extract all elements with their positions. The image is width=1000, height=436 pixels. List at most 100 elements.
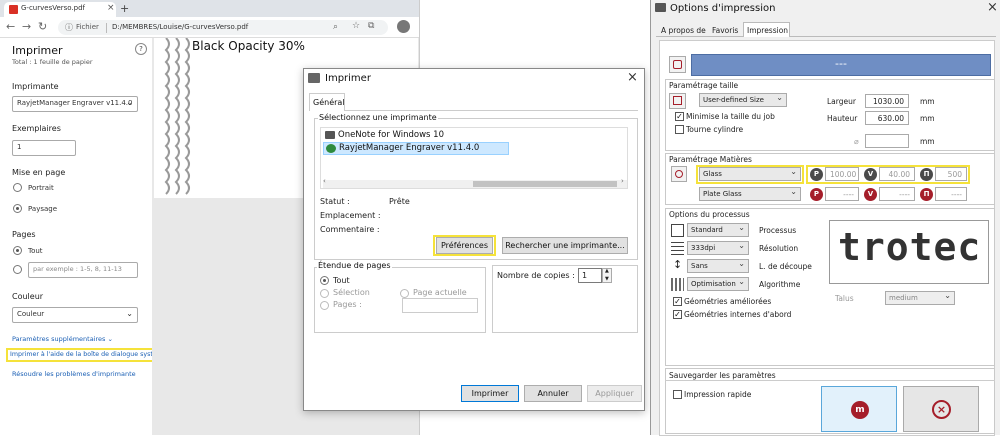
job-icon — [673, 60, 682, 69]
printer-icon — [325, 131, 335, 139]
chevron-down-icon: ⌄ — [126, 98, 133, 107]
copies-spinner[interactable]: ▲ ▼ — [602, 268, 612, 283]
scrollbar-thumb[interactable] — [473, 181, 617, 187]
range-pages-radio[interactable] — [320, 301, 329, 310]
reload-icon[interactable]: ↻ — [38, 20, 47, 33]
diameter-unit: mm — [920, 137, 935, 146]
material-dropdown-2[interactable]: Plate Glass — [699, 187, 801, 201]
send-to-job-button[interactable]: m — [821, 386, 897, 432]
minimize-checkbox[interactable]: ✓ — [675, 112, 684, 121]
rotate-checkbox[interactable] — [675, 125, 684, 134]
tab-favorites[interactable]: Favoris — [712, 26, 738, 35]
troubleshoot-link[interactable]: Résoudre les problèmes d'imprimante — [12, 370, 136, 378]
dialog-title: Imprimer — [325, 73, 371, 84]
system-dialog-link[interactable]: Imprimer à l'aide de la boîte de dialogu… — [10, 351, 176, 358]
ppi-badge: Π — [920, 188, 933, 201]
help-icon[interactable]: ? — [135, 43, 147, 55]
forward-icon[interactable]: → — [22, 20, 31, 33]
range-current-radio[interactable] — [400, 289, 409, 298]
collections-icon[interactable]: ⧉ — [368, 21, 374, 31]
more-settings-link[interactable]: Paramètres supplémentaires ⌄ — [12, 335, 113, 343]
cutline-dropdown[interactable]: Sans — [687, 259, 749, 273]
portrait-label: Portrait — [28, 184, 54, 192]
tab-general[interactable]: Général — [309, 93, 345, 111]
spin-up-icon[interactable]: ▲ — [605, 268, 609, 274]
cancel-button[interactable]: Annuler — [524, 385, 582, 402]
height-input[interactable]: 630.00 — [865, 111, 909, 125]
material-icon-button[interactable] — [671, 166, 687, 182]
range-selection-radio[interactable] — [320, 289, 329, 298]
info-icon[interactable]: ⓘ — [65, 22, 73, 33]
address-url[interactable]: D:/MEMBRES/Louise/G-curvesVerso.pdf — [112, 23, 248, 31]
tab-about[interactable]: A propos de — [661, 26, 706, 35]
favorite-icon[interactable]: ☆ — [352, 21, 360, 31]
close-icon[interactable]: × — [627, 70, 638, 85]
printer-list[interactable]: OneNote for Windows 10 RayjetManager Eng… — [320, 127, 628, 189]
back-icon[interactable]: ← — [6, 20, 15, 33]
tab-impression[interactable]: Impression — [743, 22, 790, 37]
copies-input[interactable]: 1 — [12, 140, 76, 156]
ppi-input-2[interactable]: ---- — [935, 187, 967, 201]
portrait-radio[interactable] — [13, 183, 22, 192]
process-preview: trotec — [829, 220, 989, 284]
preferences-button[interactable]: Préférences — [436, 237, 493, 254]
power-input-1[interactable]: 100.00 — [825, 167, 859, 181]
size-icon-button[interactable] — [669, 93, 686, 109]
trotec-preview-text: trotec — [838, 225, 982, 269]
tab-strip-line — [656, 36, 996, 37]
range-all-radio[interactable] — [320, 276, 329, 285]
talus-dropdown[interactable]: medium — [885, 291, 955, 305]
algorithm-dropdown[interactable]: Optimisation — [687, 277, 749, 291]
landscape-radio[interactable] — [13, 204, 22, 213]
minimize-label: Minimise la taille du job — [686, 112, 775, 121]
horizontal-scrollbar[interactable]: ‹ › — [323, 177, 627, 188]
pages-all-radio[interactable] — [13, 246, 22, 255]
status-label: Statut : — [320, 197, 350, 206]
find-printer-button[interactable]: Rechercher une imprimante... — [502, 237, 628, 254]
internal-geometry-checkbox[interactable]: ✓ — [673, 310, 682, 319]
diameter-input[interactable] — [865, 134, 909, 148]
improved-geometry-checkbox[interactable]: ✓ — [673, 297, 682, 306]
job-banner[interactable]: --- — [691, 54, 991, 76]
process-section-title: Options du processus — [669, 210, 750, 219]
material-icon — [675, 170, 683, 178]
material-section-title: Paramétrage Matières — [669, 155, 752, 164]
scroll-left-icon[interactable]: ‹ — [323, 177, 326, 185]
size-dropdown[interactable]: User-defined Size — [699, 93, 787, 107]
speed-input-2[interactable]: ---- — [879, 187, 915, 201]
avatar[interactable] — [397, 20, 410, 33]
color-select[interactable]: Couleur ⌄ — [12, 307, 138, 323]
material-dropdown-1[interactable]: Glass — [699, 167, 801, 181]
printer-item-onenote[interactable]: OneNote for Windows 10 — [338, 130, 444, 140]
resolution-dropdown[interactable]: 333dpi — [687, 241, 749, 255]
scroll-right-icon[interactable]: › — [621, 177, 624, 185]
copies-input[interactable]: 1 — [578, 268, 602, 283]
ppi-input-1[interactable]: 500 — [935, 167, 967, 181]
zoom-icon[interactable]: ⌕ — [333, 22, 338, 32]
process-dropdown[interactable]: Standard — [687, 223, 749, 237]
power-input-2[interactable]: ---- — [825, 187, 859, 201]
print-button[interactable]: Imprimer — [461, 385, 519, 402]
close-icon[interactable]: × — [987, 0, 998, 15]
range-pages-input[interactable] — [402, 298, 478, 313]
quick-print-checkbox[interactable] — [673, 390, 682, 399]
pages-custom-radio[interactable] — [13, 265, 22, 274]
printer-select[interactable]: RayjetManager Engraver v11.4.0 ⌄ — [12, 96, 138, 112]
copies-label: Nombre de copies : — [497, 271, 575, 280]
job-icon-button[interactable] — [669, 56, 686, 73]
tab-close-icon[interactable]: × — [107, 3, 115, 13]
new-tab-icon[interactable]: + — [120, 2, 129, 15]
browser-tab[interactable]: G-curvesVerso.pdf × — [4, 2, 116, 17]
pages-custom-input[interactable]: par exemple : 1-5, 8, 11-13 — [28, 262, 138, 278]
width-input[interactable]: 1030.00 — [865, 94, 909, 108]
cancel-x-icon: × — [932, 400, 951, 419]
process-icon — [671, 224, 684, 237]
cutline-label: L. de découpe — [759, 262, 812, 271]
speed-input-1[interactable]: 40.00 — [879, 167, 915, 181]
apply-button[interactable]: Appliquer — [587, 385, 642, 402]
spin-down-icon[interactable]: ▼ — [605, 276, 609, 282]
tab-general-label: Général — [313, 98, 345, 107]
cancel-options-button[interactable]: × — [903, 386, 979, 432]
algorithm-icon — [671, 278, 684, 291]
printer-item-rayjet[interactable]: RayjetManager Engraver v11.4.0 — [323, 142, 509, 155]
